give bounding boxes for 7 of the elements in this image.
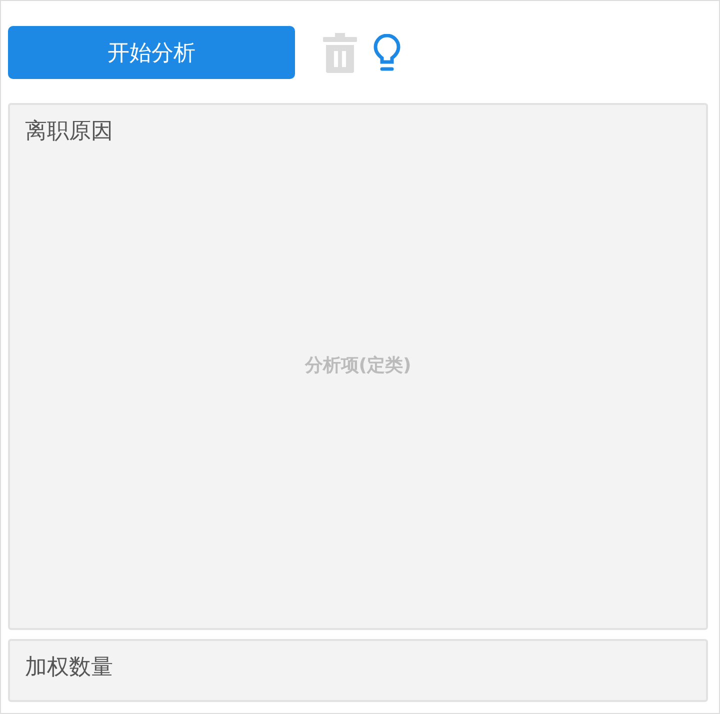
start-analysis-button[interactable]: 开始分析: [8, 26, 295, 79]
drop-placeholder: 分析项(定类): [304, 354, 412, 377]
zone-title: 离职原因: [25, 119, 114, 146]
zone-title: 加权数量: [25, 655, 114, 682]
lightbulb-icon[interactable]: [373, 34, 401, 72]
drop-zone[interactable]: 加权数量: [8, 639, 708, 702]
drop-zone[interactable]: 离职原因 分析项(定类): [8, 103, 708, 630]
